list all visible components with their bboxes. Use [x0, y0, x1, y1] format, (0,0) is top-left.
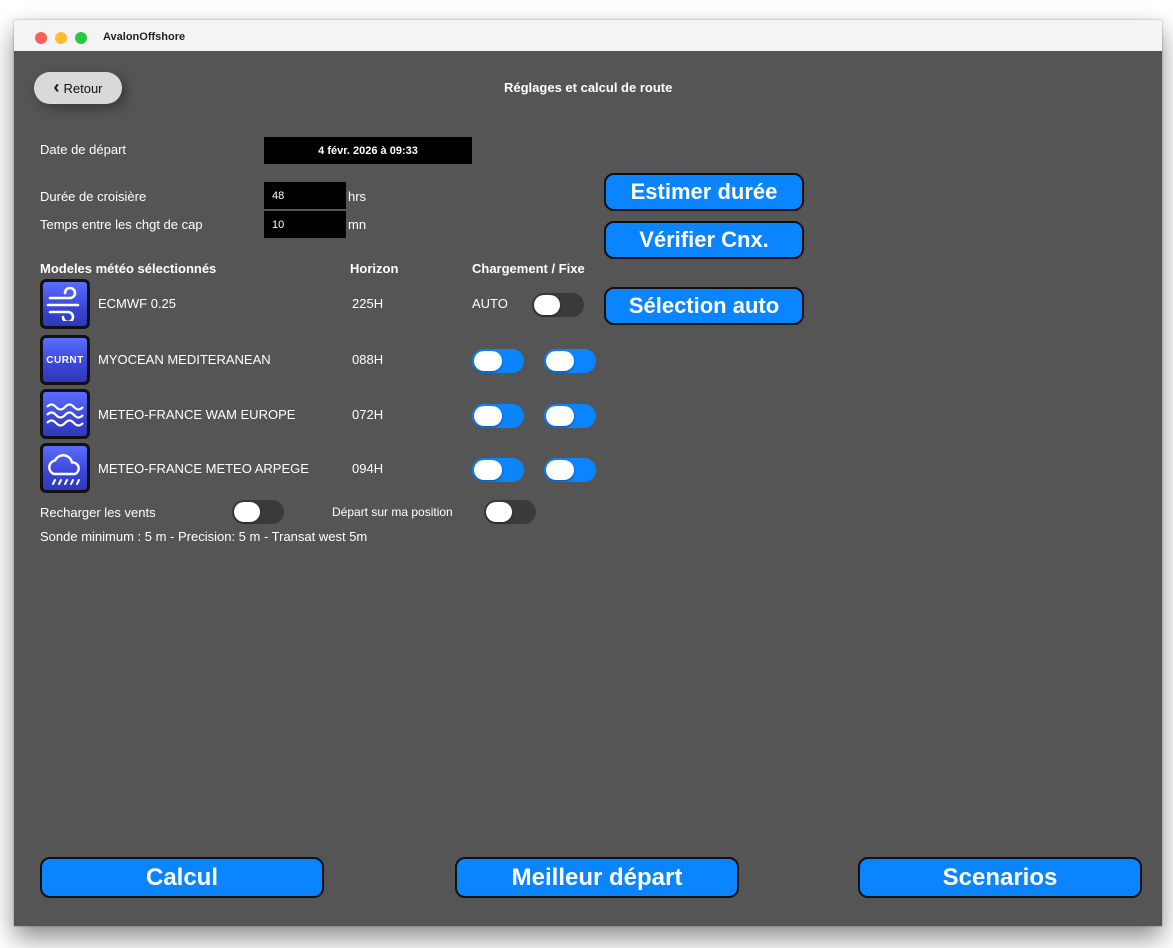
- reload-winds-label: Recharger les vents: [40, 505, 156, 520]
- cruise-duration-input[interactable]: 48: [264, 182, 346, 209]
- window-title: AvalonOffshore: [103, 31, 186, 43]
- current-icon: CURNT: [40, 335, 90, 385]
- model-load-auto: AUTO: [472, 296, 508, 311]
- toggle-knob: [234, 502, 260, 522]
- close-window-button[interactable]: [35, 32, 47, 44]
- chevron-left-icon: ‹: [53, 77, 60, 97]
- zoom-window-button[interactable]: [75, 32, 87, 44]
- toggle-knob: [486, 502, 512, 522]
- fixed-toggle-myocean[interactable]: [544, 349, 596, 373]
- estimate-duration-button[interactable]: Estimer durée: [604, 173, 804, 211]
- fixed-toggle-wam[interactable]: [544, 404, 596, 428]
- model-name-arpege: METEO-FRANCE METEO ARPEGE: [98, 461, 309, 476]
- load-toggle-arpege[interactable]: [472, 458, 524, 482]
- toggle-knob: [474, 460, 502, 480]
- model-horizon-arpege: 094H: [352, 461, 384, 476]
- cloud-rain-icon: [40, 443, 90, 493]
- toggle-knob: [546, 460, 574, 480]
- load-fixed-header: Chargement / Fixe: [472, 261, 585, 276]
- model-name-ecmwf: ECMWF 0.25: [98, 296, 177, 311]
- departure-date-field[interactable]: 4 févr. 2026 à 09:33: [264, 137, 472, 164]
- model-name-wam: METEO-FRANCE WAM EUROPE: [98, 407, 296, 422]
- toggle-knob: [546, 351, 574, 371]
- load-toggle-wam[interactable]: [472, 404, 524, 428]
- model-name-myocean: MYOCEAN MEDITERANEAN: [98, 352, 271, 367]
- current-icon-text: CURNT: [46, 354, 84, 366]
- start-position-label: Départ sur ma position: [332, 505, 453, 519]
- compute-button[interactable]: Calcul: [40, 857, 324, 898]
- back-button-label: Retour: [63, 80, 103, 96]
- toggle-knob: [534, 295, 560, 315]
- fixed-toggle-arpege[interactable]: [544, 458, 596, 482]
- start-position-toggle[interactable]: [484, 500, 536, 524]
- verify-connection-button[interactable]: Vérifier Cnx.: [604, 221, 804, 259]
- models-header: Modeles météo sélectionnés: [40, 261, 217, 276]
- best-start-button[interactable]: Meilleur départ: [455, 857, 739, 898]
- waves-icon: [40, 389, 90, 439]
- heading-interval-label: Temps entre les chgt de cap: [40, 217, 203, 232]
- reload-winds-toggle[interactable]: [232, 500, 284, 524]
- title-bar: AvalonOffshore: [14, 20, 1162, 51]
- model-horizon-myocean: 088H: [352, 352, 384, 367]
- settings-screen: ‹ Retour Réglages et calcul de route Dat…: [14, 51, 1162, 926]
- cruise-duration-label: Durée de croisière: [40, 189, 147, 204]
- page-title: Réglages et calcul de route: [504, 80, 673, 95]
- toggle-knob: [474, 351, 502, 371]
- departure-date-label: Date de départ: [40, 142, 127, 157]
- horizon-header: Horizon: [350, 261, 399, 276]
- cruise-duration-unit: hrs: [348, 189, 367, 204]
- toggle-knob: [474, 406, 502, 426]
- info-line: Sonde minimum : 5 m - Precision: 5 m - T…: [40, 529, 368, 544]
- load-toggle-myocean[interactable]: [472, 349, 524, 373]
- app-window: AvalonOffshore ‹ Retour Réglages et calc…: [14, 20, 1162, 926]
- model-horizon-ecmwf: 225H: [352, 296, 384, 311]
- auto-select-button[interactable]: Sélection auto: [604, 287, 804, 325]
- minimize-window-button[interactable]: [55, 32, 67, 44]
- heading-interval-input[interactable]: 10: [264, 211, 346, 238]
- fixed-toggle-ecmwf[interactable]: [532, 293, 584, 317]
- heading-interval-unit: mn: [348, 217, 367, 232]
- toggle-knob: [546, 406, 574, 426]
- scenarios-button[interactable]: Scenarios: [858, 857, 1142, 898]
- model-horizon-wam: 072H: [352, 407, 384, 422]
- back-button[interactable]: ‹ Retour: [34, 72, 122, 104]
- wind-icon: [40, 279, 90, 329]
